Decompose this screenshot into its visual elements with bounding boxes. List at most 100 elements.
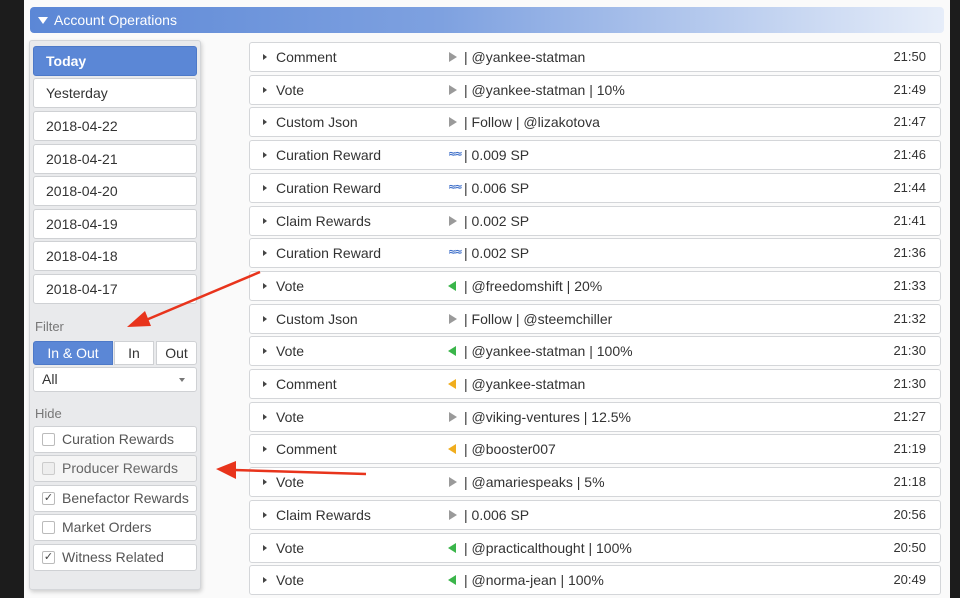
operation-type: Curation Reward [276, 179, 382, 196]
checkbox-checked-icon[interactable]: ✓ [42, 551, 55, 564]
operation-type: Comment [276, 376, 337, 392]
date-button-2018-04-18[interactable]: 2018-04-18 [33, 241, 197, 271]
date-button-2018-04-20[interactable]: 2018-04-20 [33, 176, 197, 206]
account-operations-header[interactable]: Account Operations [30, 7, 944, 33]
filter-tab-in-out[interactable]: In & Out [33, 341, 113, 365]
checkbox-checked-icon[interactable]: ✓ [42, 492, 55, 505]
operation-detail: | @amariespeaks | 5% [464, 474, 605, 491]
date-button-2018-04-22[interactable]: 2018-04-22 [33, 111, 197, 141]
hide-option-benefactor-rewards[interactable]: ✓ Benefactor Rewards [33, 485, 197, 512]
operation-row[interactable]: Vote | @amariespeaks | 5% 21:18 [249, 467, 941, 498]
operation-row[interactable]: Comment | @yankee-statman 21:50 [249, 42, 941, 72]
filter-label: Filter [35, 319, 64, 334]
expand-chevron-icon[interactable] [263, 119, 267, 126]
hide-option-producer-rewards[interactable]: Producer Rewards [33, 455, 197, 482]
operation-time: 21:46 [893, 147, 926, 163]
filter-tab-in[interactable]: In [114, 341, 154, 365]
date-button-2018-04-17[interactable]: 2018-04-17 [33, 274, 197, 304]
operation-time: 21:36 [893, 245, 926, 261]
operation-row[interactable]: Curation Reward ≈≈ | 0.009 SP 21:46 [249, 140, 941, 171]
operation-row[interactable]: Vote | @norma-jean | 100% 20:49 [249, 565, 941, 596]
operation-row[interactable]: Vote | @freedomshift | 20% 21:33 [249, 270, 941, 301]
expand-chevron-icon[interactable] [263, 413, 267, 420]
operation-row[interactable]: Comment | @booster007 21:19 [249, 434, 941, 465]
expand-chevron-icon[interactable] [263, 381, 267, 387]
outgoing-grey-icon [448, 411, 458, 423]
operation-row[interactable]: Vote | @practicalthought | 100% 20:50 [249, 532, 941, 563]
operation-row[interactable]: Curation Reward ≈≈ | 0.002 SP 21:36 [249, 238, 941, 269]
operation-row[interactable]: Claim Rewards | 0.006 SP 20:56 [249, 499, 941, 530]
operation-row[interactable]: Vote | @viking-ventures | 12.5% 21:27 [249, 401, 941, 432]
expand-chevron-icon[interactable] [263, 282, 267, 289]
operation-time: 21:27 [893, 408, 926, 424]
date-button-2018-04-19[interactable]: 2018-04-19 [33, 209, 197, 239]
incoming-green-icon [448, 575, 458, 586]
operation-detail: | @viking-ventures | 12.5% [464, 408, 632, 425]
operation-row[interactable]: Custom Json | Follow | @steemchiller 21:32 [249, 303, 941, 334]
hide-option-witness-related[interactable]: ✓ Witness Related [33, 544, 197, 571]
date-button-2018-04-21[interactable]: 2018-04-21 [33, 144, 197, 174]
operation-row[interactable]: Vote | @yankee-statman | 100% 21:30 [249, 336, 941, 367]
expand-chevron-icon[interactable] [263, 348, 267, 355]
operation-time: 21:33 [893, 277, 926, 293]
hide-option-label: Market Orders [62, 519, 152, 535]
operation-time: 21:32 [893, 310, 926, 326]
operation-detail: | Follow | @lizakotova [464, 114, 600, 131]
select-caret-icon [179, 378, 185, 382]
filter-tab-out[interactable]: Out [156, 341, 197, 365]
operation-detail: | @freedomshift | 20% [464, 277, 603, 294]
operation-detail: | 0.006 SP [464, 179, 530, 196]
expand-chevron-icon[interactable] [263, 86, 267, 93]
filter-type-select[interactable]: All [33, 367, 197, 392]
operation-type: Comment [276, 49, 337, 65]
steem-icon: ≈≈ [448, 149, 463, 161]
hide-option-label: Curation Rewards [62, 431, 175, 447]
operation-time: 21:41 [893, 212, 926, 228]
expand-chevron-icon[interactable] [263, 152, 267, 159]
date-button-yesterday[interactable]: Yesterday [33, 78, 197, 108]
checkbox-icon[interactable] [42, 462, 55, 475]
hide-option-market-orders[interactable]: Market Orders [33, 514, 197, 541]
operation-time: 21:18 [893, 474, 926, 490]
hide-option-label: Producer Rewards [62, 460, 178, 476]
operation-time: 20:50 [893, 539, 926, 555]
operation-row[interactable]: Curation Reward ≈≈ | 0.006 SP 21:44 [249, 172, 941, 203]
operation-time: 21:30 [893, 376, 926, 391]
operation-row[interactable]: Claim Rewards | 0.002 SP 21:41 [249, 205, 941, 236]
outgoing-grey-icon [448, 477, 458, 488]
checkbox-icon[interactable] [42, 433, 55, 446]
operation-detail: | 0.009 SP [464, 147, 530, 164]
operation-type: Vote [276, 474, 305, 491]
expand-chevron-icon[interactable] [263, 54, 267, 60]
operation-type: Vote [276, 81, 305, 98]
operation-time: 20:49 [893, 572, 926, 588]
outgoing-grey-icon [448, 84, 458, 96]
expand-chevron-icon[interactable] [263, 315, 267, 322]
outgoing-grey-icon [448, 117, 458, 128]
operation-row[interactable]: Comment | @yankee-statman 21:30 [249, 369, 941, 399]
operation-time: 21:49 [893, 81, 926, 97]
operation-type: Vote [276, 277, 305, 294]
expand-chevron-icon[interactable] [263, 511, 267, 518]
operation-time: 21:44 [893, 179, 926, 195]
expand-chevron-icon[interactable] [263, 217, 267, 224]
outgoing-grey-icon [448, 52, 458, 63]
expand-chevron-icon[interactable] [263, 544, 267, 551]
filter-select-value: All [42, 371, 58, 387]
expand-chevron-icon[interactable] [263, 250, 267, 257]
app-frame: Account Operations Today Yesterday 2018-… [24, 0, 950, 598]
operation-row[interactable]: Custom Json | Follow | @lizakotova 21:47 [249, 107, 941, 138]
operation-type: Curation Reward [276, 245, 382, 262]
checkbox-icon[interactable] [42, 521, 55, 534]
date-button-today[interactable]: Today [33, 46, 197, 76]
expand-chevron-icon[interactable] [263, 446, 267, 453]
outgoing-grey-icon [448, 313, 458, 325]
operation-row[interactable]: Vote | @yankee-statman | 10% 21:49 [249, 74, 941, 105]
collapse-triangle-icon [38, 17, 48, 24]
operation-type: Custom Json [276, 310, 358, 327]
expand-chevron-icon[interactable] [263, 479, 267, 486]
expand-chevron-icon[interactable] [263, 184, 267, 191]
operation-detail: | @yankee-statman [464, 376, 586, 392]
hide-option-curation-rewards[interactable]: Curation Rewards [33, 426, 197, 453]
expand-chevron-icon[interactable] [263, 577, 267, 584]
